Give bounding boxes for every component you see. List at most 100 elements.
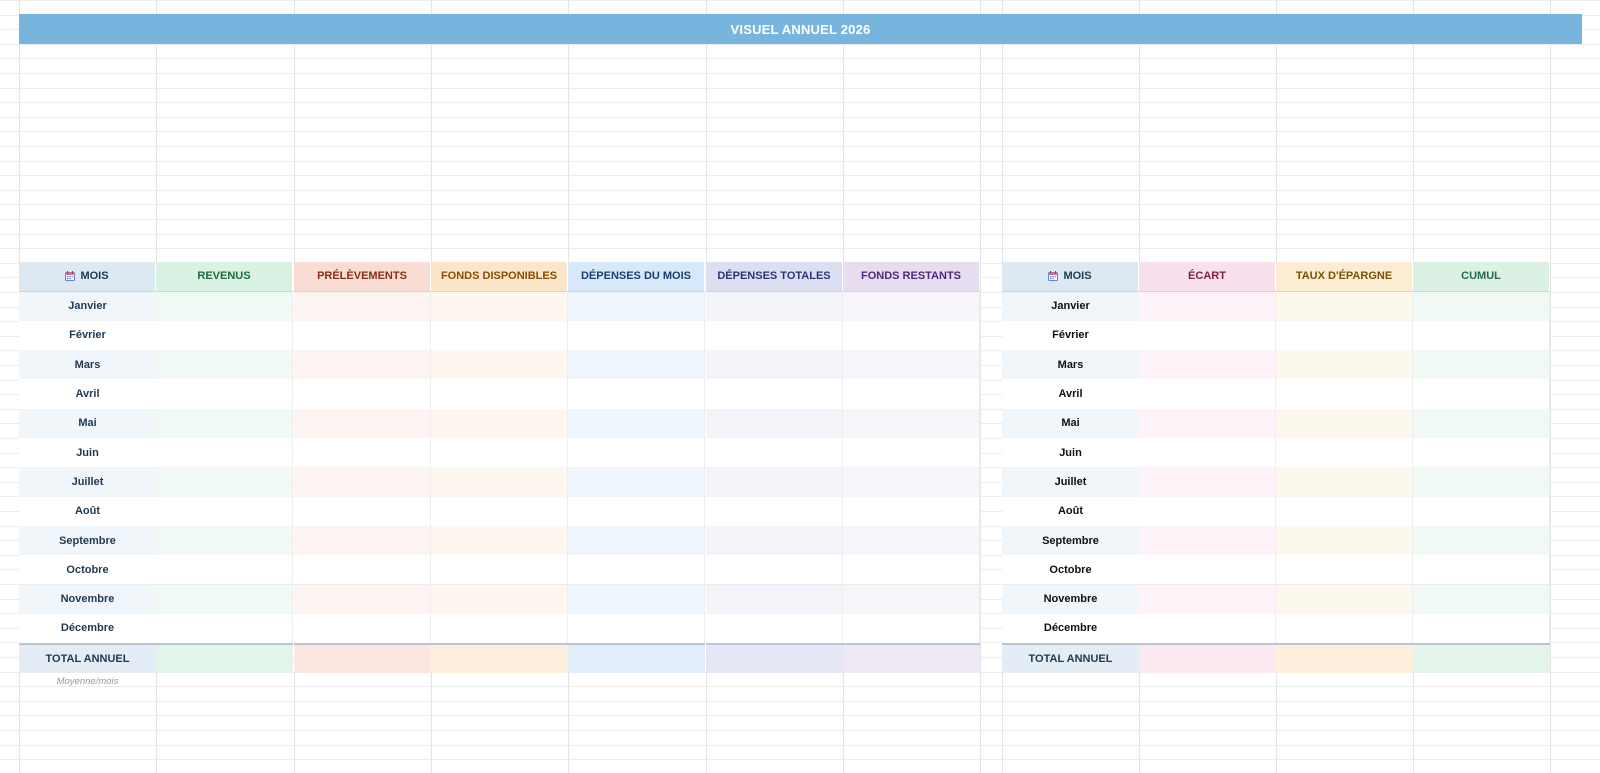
value-cell[interactable] (431, 291, 568, 321)
value-cell[interactable] (1276, 613, 1413, 644)
month-row-label[interactable]: Juin (19, 438, 156, 468)
value-cell[interactable] (1139, 350, 1276, 380)
value-cell[interactable] (294, 496, 431, 526)
value-cell[interactable] (1276, 291, 1413, 321)
value-cell[interactable] (156, 438, 293, 468)
total-value-cell[interactable] (1139, 643, 1276, 674)
value-cell[interactable] (156, 350, 293, 380)
value-cell[interactable] (431, 496, 568, 526)
value-cell[interactable] (1276, 555, 1413, 585)
month-row-label[interactable]: Mai (19, 408, 156, 438)
month-row-label[interactable]: Juin (1002, 438, 1139, 468)
value-cell[interactable] (843, 320, 980, 351)
value-cell[interactable] (706, 291, 843, 321)
value-cell[interactable] (1276, 438, 1413, 468)
month-row-label[interactable]: Mai (1002, 408, 1139, 438)
value-cell[interactable] (1139, 525, 1276, 556)
value-cell[interactable] (1413, 438, 1550, 468)
value-cell[interactable] (1139, 291, 1276, 321)
value-cell[interactable] (706, 525, 843, 556)
header-cumul[interactable]: CUMUL (1413, 262, 1550, 292)
value-cell[interactable] (1139, 584, 1276, 614)
value-cell[interactable] (294, 438, 431, 468)
month-row-label[interactable]: Janvier (1002, 291, 1139, 321)
value-cell[interactable] (431, 613, 568, 644)
annual-title[interactable]: VISUEL ANNUEL 2026 (19, 14, 1582, 44)
month-row-label[interactable]: Avril (1002, 379, 1139, 409)
total-annual-label[interactable]: TOTAL ANNUEL (1002, 643, 1139, 674)
value-cell[interactable] (294, 613, 431, 644)
value-cell[interactable] (1413, 584, 1550, 614)
value-cell[interactable] (843, 291, 980, 321)
value-cell[interactable] (431, 438, 568, 468)
value-cell[interactable] (843, 350, 980, 380)
month-row-label[interactable]: Novembre (1002, 584, 1139, 614)
month-row-label[interactable]: Mars (1002, 350, 1139, 380)
value-cell[interactable] (568, 350, 705, 380)
value-cell[interactable] (1139, 320, 1276, 351)
month-row-label[interactable]: Novembre (19, 584, 156, 614)
value-cell[interactable] (1139, 613, 1276, 644)
value-cell[interactable] (156, 555, 293, 585)
value-cell[interactable] (156, 584, 293, 614)
value-cell[interactable] (568, 320, 705, 351)
value-cell[interactable] (294, 350, 431, 380)
value-cell[interactable] (1276, 584, 1413, 614)
value-cell[interactable] (431, 525, 568, 556)
header-fonds-restants[interactable]: FONDS RESTANTS (843, 262, 980, 292)
month-row-label[interactable]: Juillet (1002, 467, 1139, 497)
value-cell[interactable] (568, 584, 705, 614)
value-cell[interactable] (568, 408, 705, 438)
value-cell[interactable] (431, 584, 568, 614)
total-value-cell[interactable] (843, 643, 980, 674)
value-cell[interactable] (431, 555, 568, 585)
month-row-label[interactable]: Août (19, 496, 156, 526)
value-cell[interactable] (1276, 350, 1413, 380)
value-cell[interactable] (706, 613, 843, 644)
value-cell[interactable] (294, 320, 431, 351)
value-cell[interactable] (431, 320, 568, 351)
value-cell[interactable] (1276, 525, 1413, 556)
value-cell[interactable] (156, 496, 293, 526)
value-cell[interactable] (294, 379, 431, 409)
value-cell[interactable] (843, 438, 980, 468)
value-cell[interactable] (156, 291, 293, 321)
month-row-label[interactable]: Octobre (19, 555, 156, 585)
value-cell[interactable] (156, 320, 293, 351)
value-cell[interactable] (706, 408, 843, 438)
value-cell[interactable] (843, 555, 980, 585)
value-cell[interactable] (1139, 438, 1276, 468)
month-row-label[interactable]: Février (19, 320, 156, 351)
month-row-label[interactable]: Septembre (1002, 525, 1139, 556)
value-cell[interactable] (431, 350, 568, 380)
value-cell[interactable] (1276, 467, 1413, 497)
value-cell[interactable] (1413, 408, 1550, 438)
value-cell[interactable] (568, 496, 705, 526)
header-d-penses-totales[interactable]: DÉPENSES TOTALES (706, 262, 843, 292)
header-fonds-disponibles[interactable]: FONDS DISPONIBLES (431, 262, 568, 292)
month-row-label[interactable]: Décembre (19, 613, 156, 644)
value-cell[interactable] (1413, 525, 1550, 556)
total-value-cell[interactable] (294, 643, 431, 674)
value-cell[interactable] (843, 525, 980, 556)
value-cell[interactable] (706, 555, 843, 585)
value-cell[interactable] (431, 408, 568, 438)
value-cell[interactable] (568, 525, 705, 556)
month-row-label[interactable]: Février (1002, 320, 1139, 351)
average-per-month-label[interactable]: Moyenne/mois (19, 673, 156, 689)
header-mois[interactable]: MOIS (1002, 262, 1139, 292)
value-cell[interactable] (706, 350, 843, 380)
value-cell[interactable] (156, 379, 293, 409)
value-cell[interactable] (294, 291, 431, 321)
value-cell[interactable] (1276, 320, 1413, 351)
value-cell[interactable] (1413, 291, 1550, 321)
value-cell[interactable] (706, 438, 843, 468)
value-cell[interactable] (568, 379, 705, 409)
value-cell[interactable] (706, 496, 843, 526)
month-row-label[interactable]: Janvier (19, 291, 156, 321)
value-cell[interactable] (294, 467, 431, 497)
total-value-cell[interactable] (1276, 643, 1413, 674)
total-value-cell[interactable] (1413, 643, 1550, 674)
value-cell[interactable] (843, 408, 980, 438)
value-cell[interactable] (843, 496, 980, 526)
